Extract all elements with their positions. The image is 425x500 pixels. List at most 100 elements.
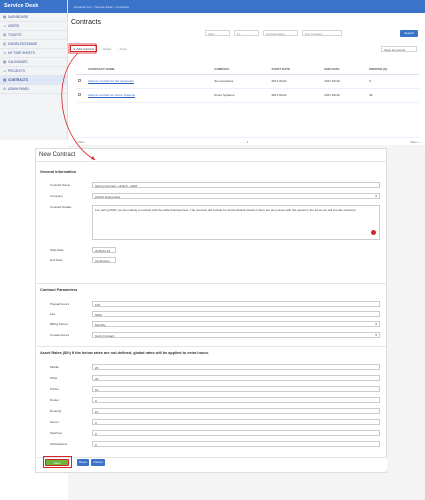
rate-row: Workstations 0 <box>50 441 380 447</box>
billing-row: Billing Period Monthly <box>50 321 380 327</box>
prepaid-cell: 0 <box>367 74 419 89</box>
rate-field[interactable]: 20 <box>92 375 380 381</box>
billing-period-select[interactable]: Monthly <box>92 321 380 327</box>
sidebar-item-label: CALENDARS <box>8 60 28 64</box>
breadcrumb[interactable]: Dynamic Fox > Service Desk > Contracts <box>68 0 425 13</box>
per-page-select[interactable]: Show 20 records <box>381 46 417 52</box>
contract-name-field[interactable]: Spring Contract - HiTech - 2018 <box>92 182 380 188</box>
start-date-row: Start Date 2018-01-01 <box>50 247 380 253</box>
sidebar-item-knowledgebase[interactable]: ▥ KNOWLEDGEBASE <box>0 40 67 49</box>
rate-row: Mobile 20 <box>50 364 380 370</box>
details-text: For spring 2018, we are making a contrac… <box>95 208 357 212</box>
company-cell: Sw computers <box>212 74 270 89</box>
contract-name-label: Contract Name <box>50 183 71 187</box>
company-row: Company HiTech Enterprises <box>50 193 380 199</box>
add-contract-label: Add Contract <box>76 46 95 51</box>
filter-bar: Start... To... Contract Name Any Company <box>205 30 342 36</box>
sidebar-item-projects[interactable]: ▭ PROJECTS <box>0 67 67 76</box>
contract-name-link[interactable]: Autumn contract for Sw computers <box>86 74 213 89</box>
unused-hours-select[interactable]: Carry Forward <box>92 332 380 338</box>
sidebar-item-tickets[interactable]: ▤ TICKETS <box>0 31 67 40</box>
fee-row: Fee 5000 <box>50 311 380 317</box>
col-contract-name[interactable]: CONTRACT NAME <box>86 65 213 75</box>
contract-name-filter[interactable]: Contract Name <box>263 30 298 36</box>
end-date-cell: 2017-09-30 <box>322 88 368 103</box>
rate-label: Printer <box>50 387 59 391</box>
params-section-title: Contract Parameters <box>40 288 78 292</box>
rate-field[interactable]: 10 <box>92 408 380 414</box>
cancel-button[interactable]: Cancel <box>91 459 105 466</box>
prepaid-row: Prepaid Hours 100 <box>50 301 380 307</box>
start-date-field[interactable]: 2018-01-01 <box>92 247 116 253</box>
divider <box>37 283 387 284</box>
rate-field[interactable]: 0 <box>92 397 380 403</box>
sidebar-item-label: MY TIME SHEETS <box>8 51 35 55</box>
form-footer <box>37 457 387 470</box>
add-contract-button[interactable]: ⊕ Add Contract <box>70 45 98 52</box>
rate-label: Router <box>50 398 60 402</box>
sidebar-item-calendars[interactable]: ▦ CALENDARS <box>0 58 67 67</box>
end-date-field[interactable]: (Unknown) <box>92 257 116 263</box>
col-start-date[interactable]: START DATE <box>269 65 323 75</box>
fee-field[interactable]: 5000 <box>92 311 380 317</box>
copy-label: Copy <box>119 46 127 51</box>
rate-row: Router 0 <box>50 397 380 403</box>
sidebar-item-label: TICKETS <box>8 33 22 37</box>
contract-details-textarea[interactable]: For spring 2018, we are making a contrac… <box>92 205 380 240</box>
brand-title: Service Desk <box>0 0 67 13</box>
col-company[interactable]: COMPANY <box>212 65 270 75</box>
col-prepaid[interactable]: PREPAID (H) <box>367 65 419 75</box>
prepaid-hours-field[interactable]: 100 <box>92 301 380 307</box>
end-date-cell: 2017-09-30 <box>322 74 368 89</box>
trash-icon: ▫ <box>101 46 103 51</box>
prepaid-label: Prepaid Hours <box>50 302 70 306</box>
start-date-cell: 2017-09-01 <box>269 74 323 89</box>
rate-field[interactable]: 0 <box>92 441 380 447</box>
company-cell: Azure Systems <box>212 88 270 103</box>
contracts-list-view: Contracts Start... To... Contract Name A… <box>68 13 425 145</box>
rate-field[interactable]: 0 <box>92 419 380 425</box>
search-button[interactable]: Search <box>400 30 418 37</box>
rate-field[interactable]: 10 <box>92 386 380 392</box>
details-label: Contract Details <box>50 205 72 209</box>
save-button[interactable]: Save <box>45 459 69 466</box>
start-date-filter[interactable]: Start... <box>205 30 230 36</box>
sidebar-nav: ▦ DASHBOARD ☺ USERS ▤ TICKETS ▥ KNOWLEDGEBASE ◷ M… <box>0 13 67 94</box>
table-row[interactable]: Autumn contract for Sw computers Sw compu… <box>76 74 419 89</box>
rate-field[interactable]: 0 <box>92 430 380 436</box>
end-date-row: End Date (Unknown) <box>50 257 380 263</box>
row-checkbox[interactable] <box>76 74 86 89</box>
sidebar-item-label: CONTRACTS <box>8 78 29 82</box>
details-row: Contract Details For spring 2018, we are… <box>50 205 380 240</box>
sidebar: Service Desk ▦ DASHBOARD ☺ USERS ▤ TICKETS ▥ KN… <box>0 0 68 140</box>
contract-name-link[interactable]: Autumn contract for Azure Systems <box>86 88 213 103</box>
table-row[interactable]: Autumn contract for Azure Systems Azure S… <box>76 88 419 103</box>
rate-label: Other <box>50 376 58 380</box>
rate-label: Workstations <box>50 442 68 446</box>
sidebar-item-label: KNOWLEDGEBASE <box>8 42 38 46</box>
sidebar-item-contracts[interactable]: ▤ CONTRACTS <box>0 76 67 85</box>
company-filter[interactable]: Any Company <box>302 30 342 36</box>
reset-button[interactable]: Reset <box>77 459 89 466</box>
rate-label: Mobile <box>50 365 59 369</box>
copy-button[interactable]: ▫ Copy <box>116 45 129 52</box>
col-end-date[interactable]: END DATE <box>322 65 368 75</box>
sidebar-item-admin-panel[interactable]: ⚙ ADMIN PANEL <box>0 85 67 94</box>
sidebar-item-my-time-sheets[interactable]: ◷ MY TIME SHEETS <box>0 49 67 58</box>
sidebar-item-dashboard[interactable]: ▦ DASHBOARD <box>0 13 67 22</box>
pagination: « Prev 1 Next » <box>76 137 419 145</box>
sidebar-item-label: ADMIN PANEL <box>8 87 30 91</box>
contracts-table: CONTRACT NAME COMPANY START DATE END DAT… <box>76 65 419 103</box>
rate-label: Switches <box>50 431 63 435</box>
delete-button[interactable]: ▫ Delete <box>99 45 114 52</box>
rate-field[interactable]: 20 <box>92 364 380 370</box>
row-checkbox[interactable] <box>76 88 86 103</box>
page-title: Contracts <box>71 19 101 26</box>
delete-label: Delete <box>103 46 112 51</box>
company-select[interactable]: HiTech Enterprises <box>92 193 380 199</box>
table-header-row: CONTRACT NAME COMPANY START DATE END DAT… <box>76 65 419 75</box>
plus-icon: ⊕ <box>73 46 76 51</box>
sidebar-item-users[interactable]: ☺ USERS <box>0 22 67 31</box>
end-date-filter[interactable]: To... <box>234 30 259 36</box>
rate-label: Server <box>50 420 59 424</box>
